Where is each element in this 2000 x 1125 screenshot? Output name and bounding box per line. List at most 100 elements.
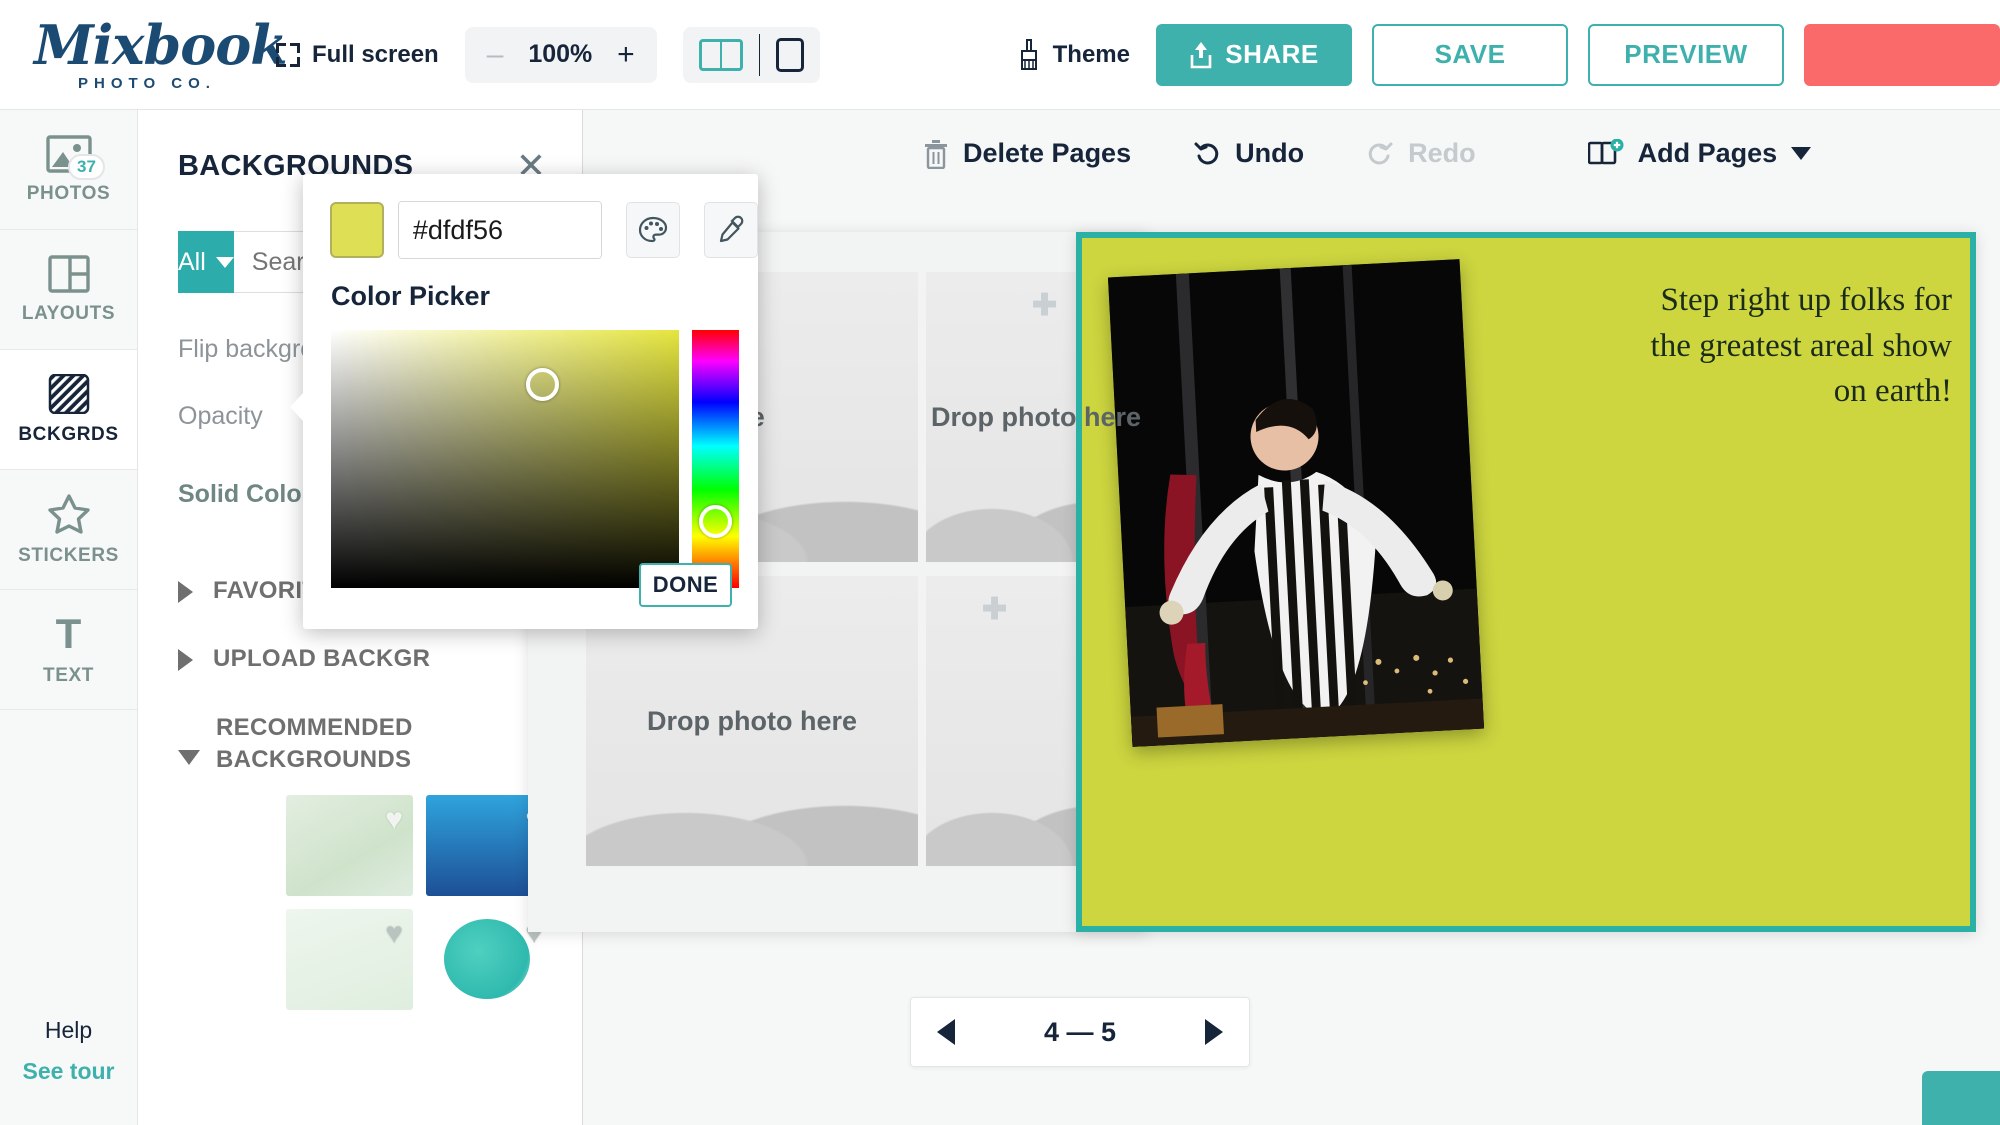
undo-icon — [1194, 142, 1219, 164]
cart-button[interactable] — [1804, 23, 2000, 86]
undo-label: Undo — [1235, 138, 1305, 168]
background-thumbnails: ♥ ♥ ♥ ♥ — [138, 794, 582, 1010]
sidebar-item-bckgrds[interactable]: BCKGRDS — [0, 350, 137, 470]
preview-button[interactable]: PREVIEW — [1588, 23, 1784, 86]
corner-action-button[interactable] — [1922, 1071, 2000, 1125]
next-page-button[interactable] — [1204, 1019, 1223, 1045]
eyedropper-icon[interactable] — [704, 202, 758, 258]
divider — [758, 33, 760, 76]
undo-button[interactable]: Undo — [1193, 138, 1304, 169]
solid-color-label: Solid Color: — [178, 479, 320, 508]
brand-name: Mixbook — [34, 12, 288, 77]
redo-label: Redo — [1408, 138, 1476, 168]
redo-button[interactable]: Redo — [1366, 138, 1476, 169]
hue-slider[interactable] — [692, 330, 739, 588]
sidebar-label-layouts: LAYOUTS — [21, 302, 116, 324]
zoom-level: 100% — [528, 40, 593, 68]
spread-view-icon[interactable] — [698, 38, 743, 71]
hue-cursor[interactable] — [699, 505, 732, 538]
see-tour-link[interactable]: See tour — [0, 1058, 137, 1085]
sidebar-label-stickers: STICKERS — [18, 544, 119, 566]
zoom-in-button[interactable]: + — [617, 39, 635, 70]
color-picker-body — [303, 312, 758, 588]
chevron-right-icon — [178, 649, 193, 672]
color-picker-title: Color Picker — [331, 281, 491, 311]
left-rail: 37 PHOTOS LAYOUTS BCKGRDS STICKERS T TEX… — [0, 110, 138, 1125]
done-button[interactable]: DONE — [639, 563, 732, 607]
filter-dropdown[interactable]: All — [178, 231, 234, 293]
text-icon: T — [55, 609, 82, 657]
color-picker-header: ✔ — [303, 174, 758, 259]
section-label: UPLOAD BACKGR — [213, 645, 431, 673]
share-button[interactable]: SHARE — [1156, 23, 1352, 86]
plus-icon: ✚ — [982, 593, 1008, 626]
section-recommended-backgrounds[interactable]: RECOMMENDED BACKGROUNDS — [138, 712, 582, 777]
single-page-view-icon[interactable] — [775, 37, 804, 72]
help-link[interactable]: Help — [0, 1017, 137, 1044]
section-label: RECOMMENDED BACKGROUNDS — [216, 713, 413, 774]
filter-label: All — [178, 247, 206, 276]
background-thumbnail[interactable]: ♥ — [286, 794, 413, 896]
hex-input[interactable] — [398, 202, 602, 258]
add-pages-icon — [1587, 138, 1624, 164]
watercolor-blob — [444, 918, 530, 999]
page-range-label: 4 — 5 — [1043, 1016, 1117, 1047]
delete-pages-button[interactable]: Delete Pages — [923, 138, 1131, 169]
color-picker-dialog: ✔ Color Picker — [290, 174, 758, 629]
previous-page-button[interactable] — [937, 1019, 955, 1045]
theme-button[interactable]: Theme — [1016, 38, 1130, 71]
layouts-icon — [47, 254, 90, 293]
background-thumbnail[interactable]: ♥ — [286, 908, 413, 1010]
chevron-down-icon — [178, 749, 200, 765]
redo-icon — [1368, 142, 1393, 164]
hex-input-group: ✔ — [397, 201, 603, 259]
page-navigation: 4 — 5 — [910, 997, 1250, 1067]
saturation-value-area[interactable] — [331, 330, 679, 588]
opacity-label: Opacity — [178, 402, 263, 430]
brand-logo[interactable]: Mixbook PHOTO CO. — [34, 12, 288, 92]
chevron-down-icon — [1791, 147, 1812, 160]
fullscreen-icon — [276, 42, 300, 67]
sidebar-label-text: TEXT — [43, 664, 94, 686]
share-label: SHARE — [1225, 39, 1319, 69]
page-right[interactable]: Step right up folks for the greatest are… — [1076, 232, 1976, 932]
aerialist-photo — [1107, 259, 1485, 747]
fullscreen-button[interactable]: Full screen — [276, 41, 439, 69]
drop-photo-label: Drop photo here — [647, 705, 857, 736]
zoom-control: – 100% + — [464, 26, 657, 83]
section-upload-backgrounds[interactable]: UPLOAD BACKGR — [138, 643, 582, 675]
brand-tagline: PHOTO CO. — [78, 74, 216, 92]
current-color-swatch[interactable] — [330, 202, 384, 258]
photo-aerialist[interactable] — [1107, 259, 1485, 747]
brush-icon — [1020, 38, 1037, 70]
zoom-out-button[interactable]: – — [487, 39, 504, 70]
theme-label: Theme — [1052, 40, 1130, 68]
palette-icon[interactable] — [626, 202, 681, 258]
star-icon — [47, 493, 90, 534]
page-caption[interactable]: Step right up folks for the greatest are… — [1622, 278, 1952, 415]
add-pages-button[interactable]: Add Pages — [1587, 138, 1812, 169]
saturation-cursor[interactable] — [526, 368, 559, 401]
favorite-heart-icon[interactable]: ♥ — [385, 917, 403, 951]
photos-count-badge: 37 — [68, 154, 105, 180]
fullscreen-label: Full screen — [312, 40, 439, 68]
sidebar-item-layouts[interactable]: LAYOUTS — [0, 230, 137, 350]
chevron-down-icon — [215, 256, 234, 268]
dialog-pointer — [290, 392, 304, 422]
sidebar-item-text[interactable]: T TEXT — [0, 590, 137, 710]
favorite-heart-icon[interactable]: ♥ — [385, 803, 403, 837]
backgrounds-icon — [48, 373, 89, 414]
sidebar-label-bckgrds: BCKGRDS — [18, 423, 119, 445]
black-gradient-layer — [331, 330, 679, 588]
sidebar-item-photos[interactable]: 37 PHOTOS — [0, 110, 137, 230]
canvas-area: Delete Pages Undo Redo Add Pages Drop ph… — [528, 110, 2000, 1125]
delete-pages-label: Delete Pages — [963, 138, 1132, 168]
share-upload-icon — [1190, 41, 1212, 68]
sidebar-item-stickers[interactable]: STICKERS — [0, 470, 137, 590]
chevron-right-icon — [178, 581, 193, 603]
panel-header: BACKGROUNDS ✕ — [138, 110, 582, 184]
eyedropper-glyph — [719, 215, 744, 243]
view-mode-group — [682, 26, 820, 83]
save-button[interactable]: SAVE — [1372, 23, 1568, 86]
rail-footer: Help See tour — [0, 1017, 137, 1085]
